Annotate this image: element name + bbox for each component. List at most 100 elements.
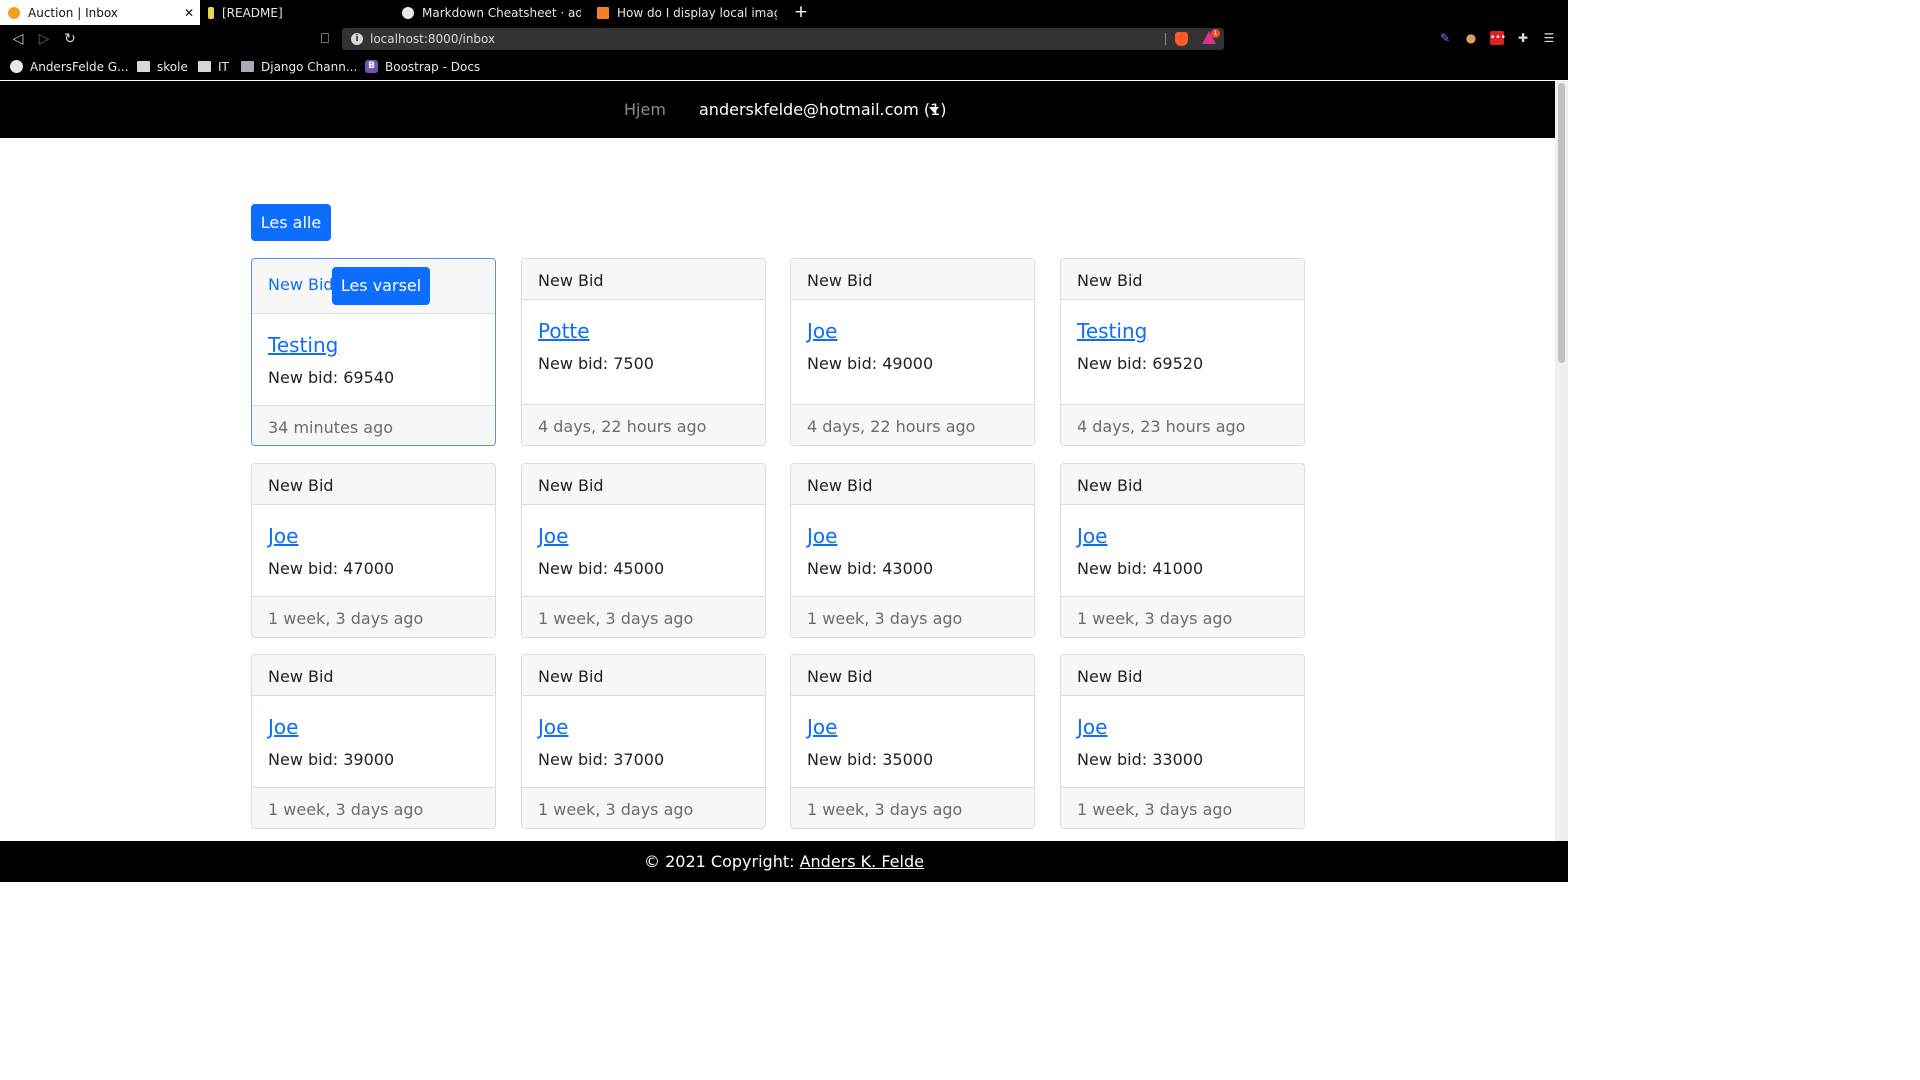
card-timestamp: 34 minutes ago (252, 405, 495, 445)
card-body: Joe New bid: 35000 (791, 696, 1034, 787)
auction-favicon-icon (8, 6, 20, 19)
auction-link[interactable]: Joe (807, 319, 1018, 343)
site-info-icon[interactable]: i (351, 33, 363, 45)
reload-icon[interactable]: ↻ (61, 30, 79, 48)
read-all-button[interactable]: Les alle (251, 204, 331, 241)
nav-home-link[interactable]: Hjem (624, 100, 666, 119)
back-icon[interactable]: ◁ (9, 30, 27, 48)
auction-link[interactable]: Joe (1077, 715, 1288, 739)
card-timestamp: 1 week, 3 days ago (522, 787, 765, 828)
card-timestamp: 1 week, 3 days ago (522, 596, 765, 637)
bootstrap-icon: B (365, 60, 378, 73)
browser-toolbar: ◁ ▷ ↻ ⎕ i localhost:8000/inbox 1 ✎ ● •••… (0, 25, 1568, 53)
readme-favicon-icon (208, 6, 214, 19)
copyright-text: © 2021 Copyright: (644, 852, 800, 871)
menu-icon[interactable]: ☰ (1542, 31, 1556, 45)
site-navbar: Hjem anderskfelde@hotmail.com (1) (0, 81, 1555, 138)
card-timestamp: 4 days, 23 hours ago (1061, 404, 1304, 445)
bid-text: New bid: 35000 (807, 750, 934, 769)
caret-down-icon[interactable] (929, 107, 939, 113)
scrollbar-thumb[interactable] (1558, 83, 1565, 363)
divider (1165, 33, 1166, 45)
card-body: Joe New bid: 41000 (1061, 505, 1304, 596)
page-scrollbar[interactable] (1555, 81, 1568, 841)
bookmark-icon[interactable]: ⎕ (316, 30, 334, 48)
card-header: New Bid (791, 655, 1034, 696)
new-tab-button[interactable]: + (792, 2, 810, 22)
notification-card: New Bid Joe New bid: 49000 4 days, 22 ho… (790, 258, 1035, 446)
tab-label: Markdown Cheatsheet · adam (422, 5, 581, 20)
notification-card: New Bid Joe New bid: 37000 1 week, 3 day… (521, 654, 766, 829)
card-header: New Bid (1061, 464, 1304, 505)
extension-red-icon[interactable]: ••• (1490, 31, 1506, 45)
card-timestamp: 1 week, 3 days ago (252, 596, 495, 637)
github-icon (10, 60, 23, 73)
bookmark-skole[interactable]: skole (137, 58, 188, 75)
notification-card: New Bid Testing New bid: 69520 4 days, 2… (1060, 258, 1305, 446)
bid-text: New bid: 49000 (807, 354, 934, 373)
tab-stackoverflow[interactable]: How do I display local image i (589, 0, 785, 25)
card-header: New Bid (791, 259, 1034, 300)
extension-cookie-icon[interactable]: ● (1464, 31, 1478, 45)
bid-text: New bid: 39000 (268, 750, 395, 769)
card-header: New Bid (1061, 655, 1304, 696)
card-timestamp: 1 week, 3 days ago (791, 596, 1034, 637)
bookmark-andersfelde[interactable]: AndersFelde G... (10, 58, 129, 75)
bookmark-django-channels[interactable]: Django Chann... (241, 58, 357, 75)
card-timestamp: 1 week, 3 days ago (1061, 787, 1304, 828)
tab-markdown-cheatsheet[interactable]: Markdown Cheatsheet · adam (394, 0, 589, 25)
notification-card: New Bid Joe New bid: 47000 1 week, 3 day… (251, 463, 496, 638)
card-header: New Bid (522, 259, 765, 300)
notification-card: New Bid Joe New bid: 33000 1 week, 3 day… (1060, 654, 1305, 829)
auction-link[interactable]: Joe (268, 715, 479, 739)
auction-link[interactable]: Joe (538, 715, 749, 739)
tab-label: [README] (222, 5, 283, 20)
auction-link[interactable]: Joe (807, 524, 1018, 548)
bid-text: New bid: 37000 (538, 750, 665, 769)
django-icon (241, 61, 254, 72)
author-link[interactable]: Anders K. Felde (800, 852, 924, 871)
brave-shields-icon[interactable] (1175, 32, 1188, 46)
github-favicon-icon (402, 6, 414, 19)
auction-link[interactable]: Joe (268, 524, 479, 548)
card-timestamp: 4 days, 22 hours ago (522, 404, 765, 445)
auction-link[interactable]: Joe (538, 524, 749, 548)
auction-link[interactable]: Joe (1077, 524, 1288, 548)
card-header: New Bid (1061, 259, 1304, 300)
notification-card: New Bid Joe New bid: 45000 1 week, 3 day… (521, 463, 766, 638)
page-footer: © 2021 Copyright: Anders K. Felde (0, 841, 1568, 882)
auction-link[interactable]: Testing (1077, 319, 1288, 343)
card-timestamp: 1 week, 3 days ago (791, 787, 1034, 828)
notification-card: New Bid Joe New bid: 41000 1 week, 3 day… (1060, 463, 1305, 638)
auction-link[interactable]: Testing (268, 333, 479, 357)
auction-link[interactable]: Potte (538, 319, 749, 343)
tab-readme[interactable]: [README] (200, 0, 394, 25)
card-body: Joe New bid: 49000 (791, 300, 1034, 404)
card-body: Testing New bid: 69520 (1061, 300, 1304, 404)
extensions-puzzle-icon[interactable]: ✚ (1516, 31, 1530, 45)
bookmark-bootstrap-docs[interactable]: B Boostrap - Docs (365, 58, 480, 75)
auction-link[interactable]: Joe (807, 715, 1018, 739)
stackoverflow-favicon-icon (597, 6, 609, 19)
extension-feather-icon[interactable]: ✎ (1438, 31, 1452, 45)
notification-card: New Bid Potte New bid: 7500 4 days, 22 h… (521, 258, 766, 446)
card-timestamp: 4 days, 22 hours ago (791, 404, 1034, 445)
folder-icon (198, 61, 211, 72)
address-bar[interactable]: i localhost:8000/inbox 1 (342, 28, 1224, 50)
bookmark-label: AndersFelde G... (30, 59, 129, 74)
card-body: Joe New bid: 39000 (252, 696, 495, 787)
user-dropdown[interactable]: anderskfelde@hotmail.com (1) (699, 100, 947, 119)
card-header: New Bid (791, 464, 1034, 505)
tab-bar: Auction | Inbox ✕ [README] Markdown Chea… (0, 0, 1568, 25)
mark-read-button[interactable]: Les varsel (332, 267, 430, 305)
forward-icon[interactable]: ▷ (35, 30, 53, 48)
tab-label: Auction | Inbox (28, 5, 118, 20)
notification-card: New Bid Joe New bid: 35000 1 week, 3 day… (790, 654, 1035, 829)
card-body: Potte New bid: 7500 (522, 300, 765, 404)
bookmark-it[interactable]: IT (198, 58, 229, 75)
card-body: Testing New bid: 69540 (252, 314, 495, 405)
url-text: localhost:8000/inbox (370, 32, 496, 46)
card-body: Joe New bid: 43000 (791, 505, 1034, 596)
tab-auction-inbox[interactable]: Auction | Inbox ✕ (0, 0, 200, 25)
close-tab-icon[interactable]: ✕ (184, 6, 194, 20)
